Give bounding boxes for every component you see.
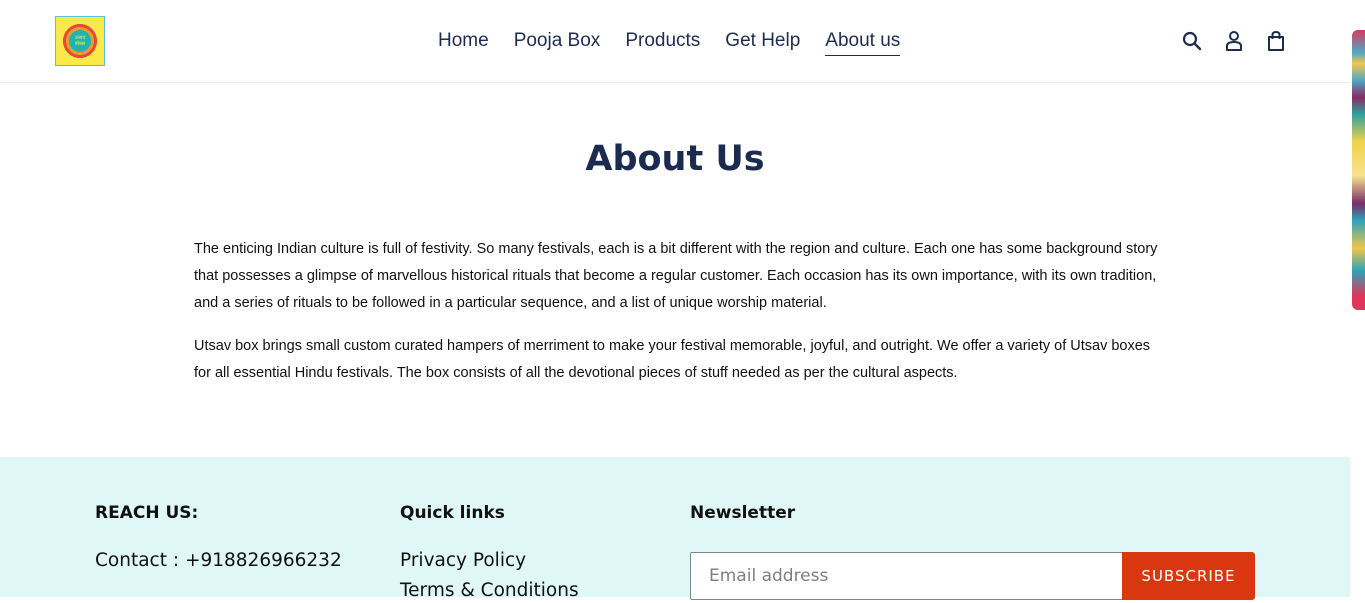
about-content: The enticing Indian culture is full of f…	[194, 236, 1164, 403]
nav-link-pooja-box[interactable]: Pooja Box	[514, 29, 601, 56]
nav-link-get-help[interactable]: Get Help	[725, 29, 800, 56]
nav-link-home[interactable]: Home	[438, 29, 489, 56]
nav-link-about-us[interactable]: About us	[825, 29, 901, 56]
reach-us-heading: REACH US:	[95, 503, 199, 523]
logo-text: उत्सव बॉक्स	[74, 35, 86, 47]
decorative-side-banner	[1352, 30, 1365, 310]
site-footer: REACH US: Contact : +918826966232 Quick …	[0, 457, 1350, 601]
newsletter-heading: Newsletter	[690, 503, 796, 523]
account-icon[interactable]	[1223, 29, 1245, 53]
cart-icon[interactable]	[1265, 29, 1287, 53]
nav-link-products[interactable]: Products	[625, 29, 700, 56]
contact-phone: Contact : +918826966232	[95, 550, 342, 571]
header-icons	[1181, 29, 1287, 53]
newsletter-email-input[interactable]	[690, 552, 1122, 600]
site-logo[interactable]: उत्सव बॉक्स	[55, 16, 105, 66]
site-header: उत्सव बॉक्स Home Pooja Box Products Get …	[0, 0, 1350, 83]
subscribe-button[interactable]: SUBSCRIBE	[1122, 552, 1255, 600]
main-nav: Home Pooja Box Products Get Help About u…	[438, 29, 925, 56]
footer-link-terms-conditions[interactable]: Terms & Conditions	[400, 579, 579, 603]
search-icon[interactable]	[1181, 29, 1203, 53]
logo-mandala-icon: उत्सव बॉक्स	[60, 21, 100, 61]
quick-links-heading: Quick links	[400, 503, 505, 523]
about-paragraph: The enticing Indian culture is full of f…	[194, 241, 1158, 311]
about-paragraph: Utsav box brings small custom curated ha…	[194, 338, 1151, 381]
footer-link-privacy-policy[interactable]: Privacy Policy	[400, 549, 526, 573]
newsletter-form: SUBSCRIBE	[690, 552, 1255, 602]
page-title: About Us	[585, 139, 765, 179]
